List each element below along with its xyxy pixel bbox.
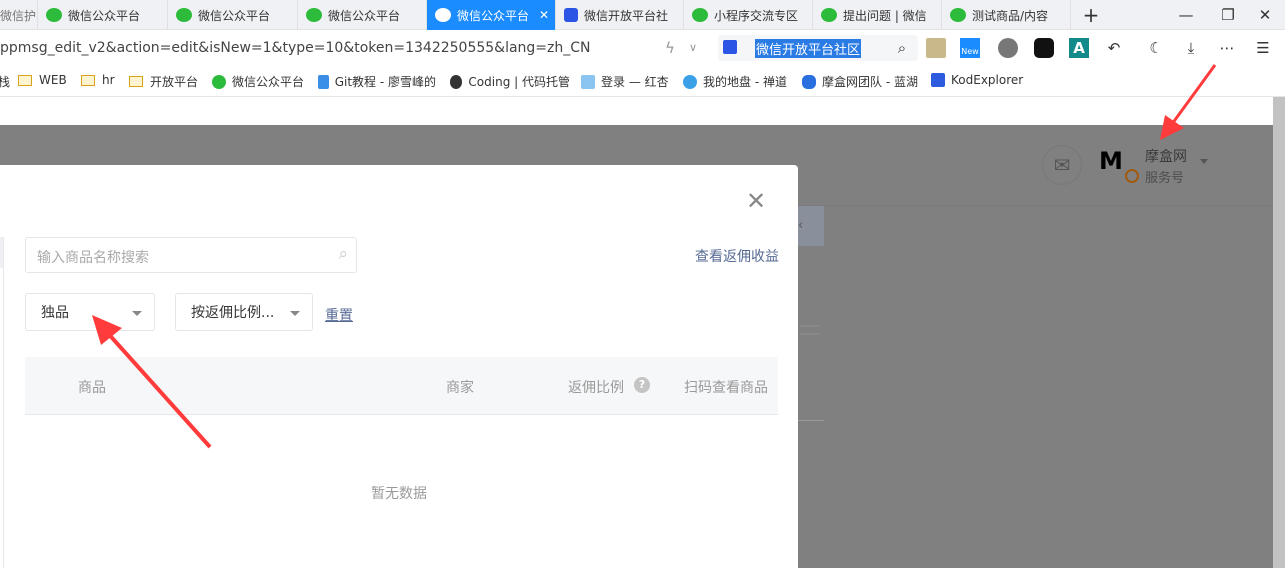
annotation-arrow	[1160, 64, 1217, 140]
annotation-arrows	[92, 64, 1217, 449]
annotation-arrow	[92, 315, 212, 449]
